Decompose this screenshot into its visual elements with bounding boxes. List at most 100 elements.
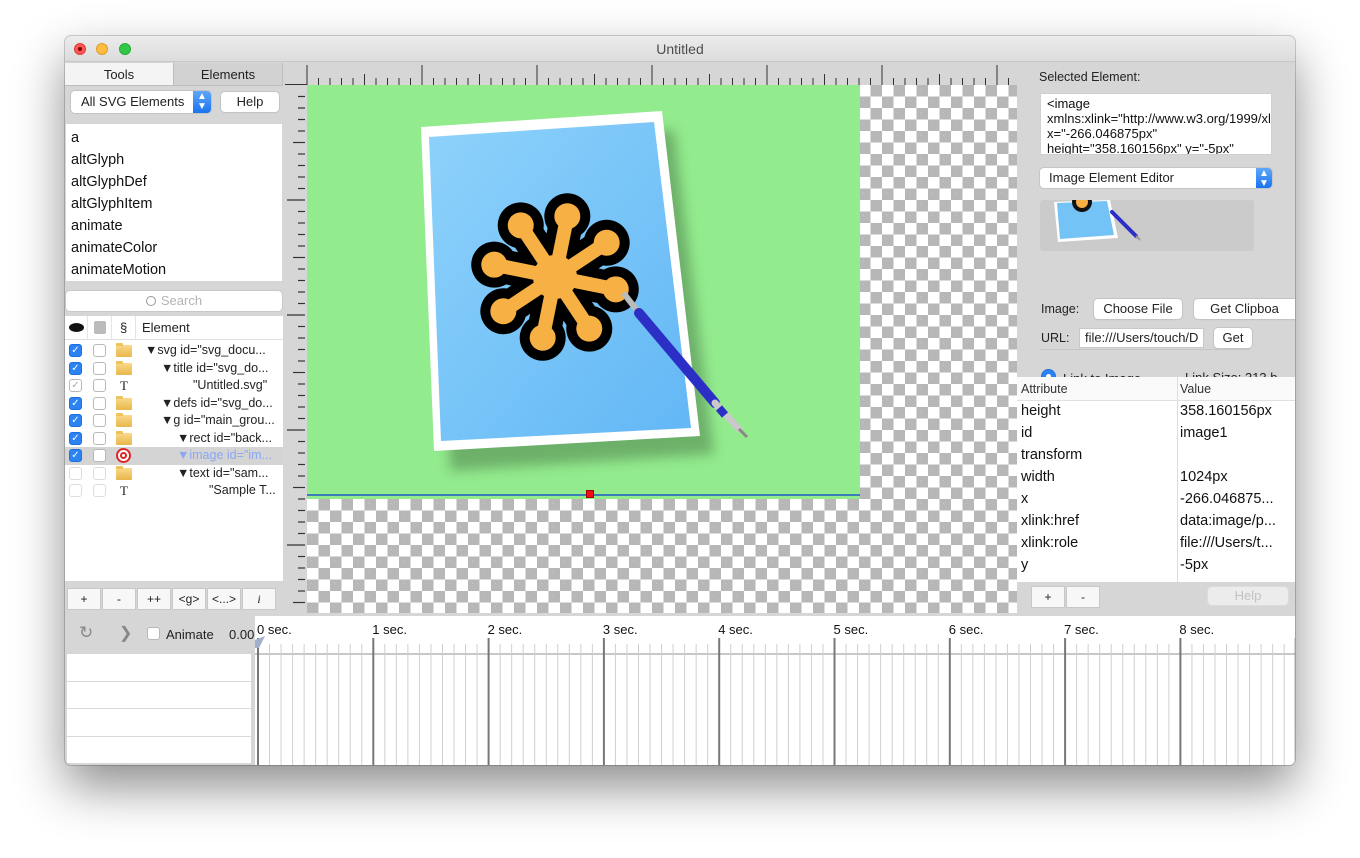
lock-checkbox[interactable] [93, 466, 106, 480]
animate-checkbox[interactable] [147, 627, 160, 640]
search-placeholder: Search [160, 293, 203, 308]
attribute-row[interactable]: xlink:role file:///Users/t... [1017, 535, 1295, 557]
remove-attribute-button[interactable]: - [1066, 586, 1100, 608]
timeline-ruler[interactable]: 0 sec. 1 sec. 2 sec. 3 sec. 4 sec. 5 sec. 6 se… [255, 616, 1295, 765]
selected-element-source[interactable]: <image xmlns:xlink="http://www.w3.org/19… [1040, 93, 1272, 155]
track-row[interactable] [67, 654, 251, 682]
lock-checkbox[interactable] [93, 449, 106, 462]
lock-checkbox[interactable] [93, 431, 106, 445]
visibility-checkbox[interactable]: ✓ [69, 431, 82, 445]
get-clipboard-button[interactable]: Get Clipboa [1194, 299, 1295, 319]
element-type-item[interactable]: altGlyph [71, 149, 277, 171]
group-button[interactable]: <g> [172, 588, 206, 610]
element-type-item[interactable]: animate [71, 215, 277, 237]
tree-row[interactable]: ✓ T "Untitled.svg" [65, 377, 283, 395]
value-column-header[interactable]: Value [1180, 382, 1211, 396]
duplicate-element-button[interactable]: ++ [137, 588, 171, 610]
element-type-item[interactable]: a [71, 127, 277, 149]
attribute-row[interactable]: y -5px [1017, 557, 1295, 579]
element-column-header[interactable]: Element [142, 320, 190, 335]
url-input[interactable]: file:///Users/touch/D [1079, 328, 1204, 348]
attribute-value[interactable]: 358.160156px [1180, 403, 1272, 419]
visibility-checkbox[interactable]: ✓ [69, 414, 82, 427]
lock-checkbox[interactable] [93, 396, 106, 410]
visibility-checkbox[interactable] [69, 466, 82, 480]
attribute-toolbar: + - [1031, 586, 1101, 608]
attribute-value[interactable]: -5px [1180, 557, 1208, 573]
visibility-checkbox[interactable]: ✓ [69, 379, 82, 392]
tree-row[interactable]: ✓ ▼defs id="svg_do... [65, 395, 283, 413]
track-row[interactable] [67, 737, 251, 764]
attribute-value[interactable]: data:image/p... [1180, 513, 1276, 529]
attribute-value[interactable]: -266.046875... [1180, 491, 1274, 507]
tree-row[interactable]: ✓ ▼title id="svg_do... [65, 360, 283, 378]
track-row[interactable] [67, 709, 251, 737]
attribute-name: id [1021, 425, 1033, 441]
lock-checkbox[interactable] [93, 361, 106, 375]
image-element[interactable] [307, 85, 860, 499]
element-type-item[interactable]: animateMotion [71, 259, 277, 281]
chevron-updown-icon: ▲ ▼ [1256, 168, 1272, 189]
choose-file-button[interactable]: Choose File [1094, 299, 1182, 319]
info-button[interactable]: i [242, 588, 276, 610]
attribute-row[interactable]: width 1024px [1017, 469, 1295, 491]
editor-type-select[interactable]: Image Element Editor ▲ ▼ [1040, 168, 1272, 189]
attribute-value[interactable]: image1 [1180, 425, 1228, 441]
lock-checkbox[interactable] [93, 379, 106, 392]
attribute-row[interactable]: xlink:href data:image/p... [1017, 513, 1295, 535]
svg-canvas[interactable] [307, 85, 1017, 613]
timeline-track-list [67, 654, 251, 764]
attribute-row[interactable]: height 358.160156px [1017, 403, 1295, 425]
attribute-rows: height 358.160156px id image1 transform width… [1017, 401, 1295, 579]
attribute-value[interactable]: file:///Users/t... [1180, 535, 1273, 551]
rewind-icon[interactable]: ↻ [79, 623, 93, 643]
lock-checkbox[interactable] [93, 344, 106, 357]
element-type-item[interactable]: altGlyphItem [71, 193, 277, 215]
tree-row[interactable]: ✓ ▼g id="main_grou... [65, 412, 283, 430]
element-filter-select[interactable]: All SVG Elements ▲ ▼ [71, 91, 211, 113]
folder-icon [116, 343, 132, 357]
element-type-item[interactable]: animateColor [71, 237, 277, 259]
visibility-checkbox[interactable]: ✓ [69, 344, 82, 357]
selection-handle[interactable] [586, 490, 594, 498]
add-element-button[interactable]: + [67, 588, 101, 610]
tree-row[interactable]: ✓ ▼rect id="back... [65, 430, 283, 448]
attribute-column-header[interactable]: Attribute [1021, 382, 1068, 396]
tree-row[interactable]: ✓ ▼svg id="svg_docu... [65, 342, 283, 360]
attribute-row[interactable]: transform [1017, 447, 1295, 469]
left-panel-tabs: Tools Elements [65, 63, 283, 86]
help-button[interactable]: Help [221, 92, 279, 112]
visibility-checkbox[interactable]: ✓ [69, 361, 82, 375]
attribute-row[interactable]: x -266.046875... [1017, 491, 1295, 513]
element-filter-value: All SVG Elements [81, 94, 185, 109]
visibility-checkbox[interactable]: ✓ [69, 449, 82, 462]
get-url-button[interactable]: Get [1214, 328, 1252, 348]
wrap-element-button[interactable]: <...> [207, 588, 241, 610]
folder-icon [116, 413, 132, 427]
preview-thumbnail [1054, 200, 1141, 242]
title-bar: Untitled [65, 36, 1295, 62]
timeline-second-label: 8 sec. [1179, 622, 1214, 637]
tab-elements[interactable]: Elements [174, 63, 283, 86]
element-type-item[interactable]: altGlyphDef [71, 171, 277, 193]
tab-tools[interactable]: Tools [65, 63, 174, 86]
tree-row-label: ▼defs id="svg_do... [161, 395, 273, 410]
section-header: § [120, 320, 128, 335]
search-field[interactable]: Search [66, 291, 282, 311]
remove-element-button[interactable]: - [102, 588, 136, 610]
tree-row[interactable]: T "Sample T... [65, 482, 283, 500]
selected-element-label: Selected Element: [1039, 70, 1141, 84]
play-icon[interactable]: ❯ [119, 623, 132, 643]
lock-checkbox[interactable] [93, 414, 106, 427]
add-attribute-button[interactable]: + [1031, 586, 1065, 608]
attribute-value[interactable]: 1024px [1180, 469, 1228, 485]
tree-row[interactable]: ▼text id="sam... [65, 465, 283, 483]
playhead[interactable] [255, 636, 265, 648]
tree-row[interactable]: ✓ ▼image id="im... [65, 447, 283, 465]
track-row[interactable] [67, 682, 251, 709]
visibility-checkbox[interactable] [69, 484, 82, 497]
visibility-checkbox[interactable]: ✓ [69, 396, 82, 410]
attribute-row[interactable]: id image1 [1017, 425, 1295, 447]
animate-label[interactable]: Animate [166, 627, 214, 642]
lock-checkbox[interactable] [93, 484, 106, 497]
